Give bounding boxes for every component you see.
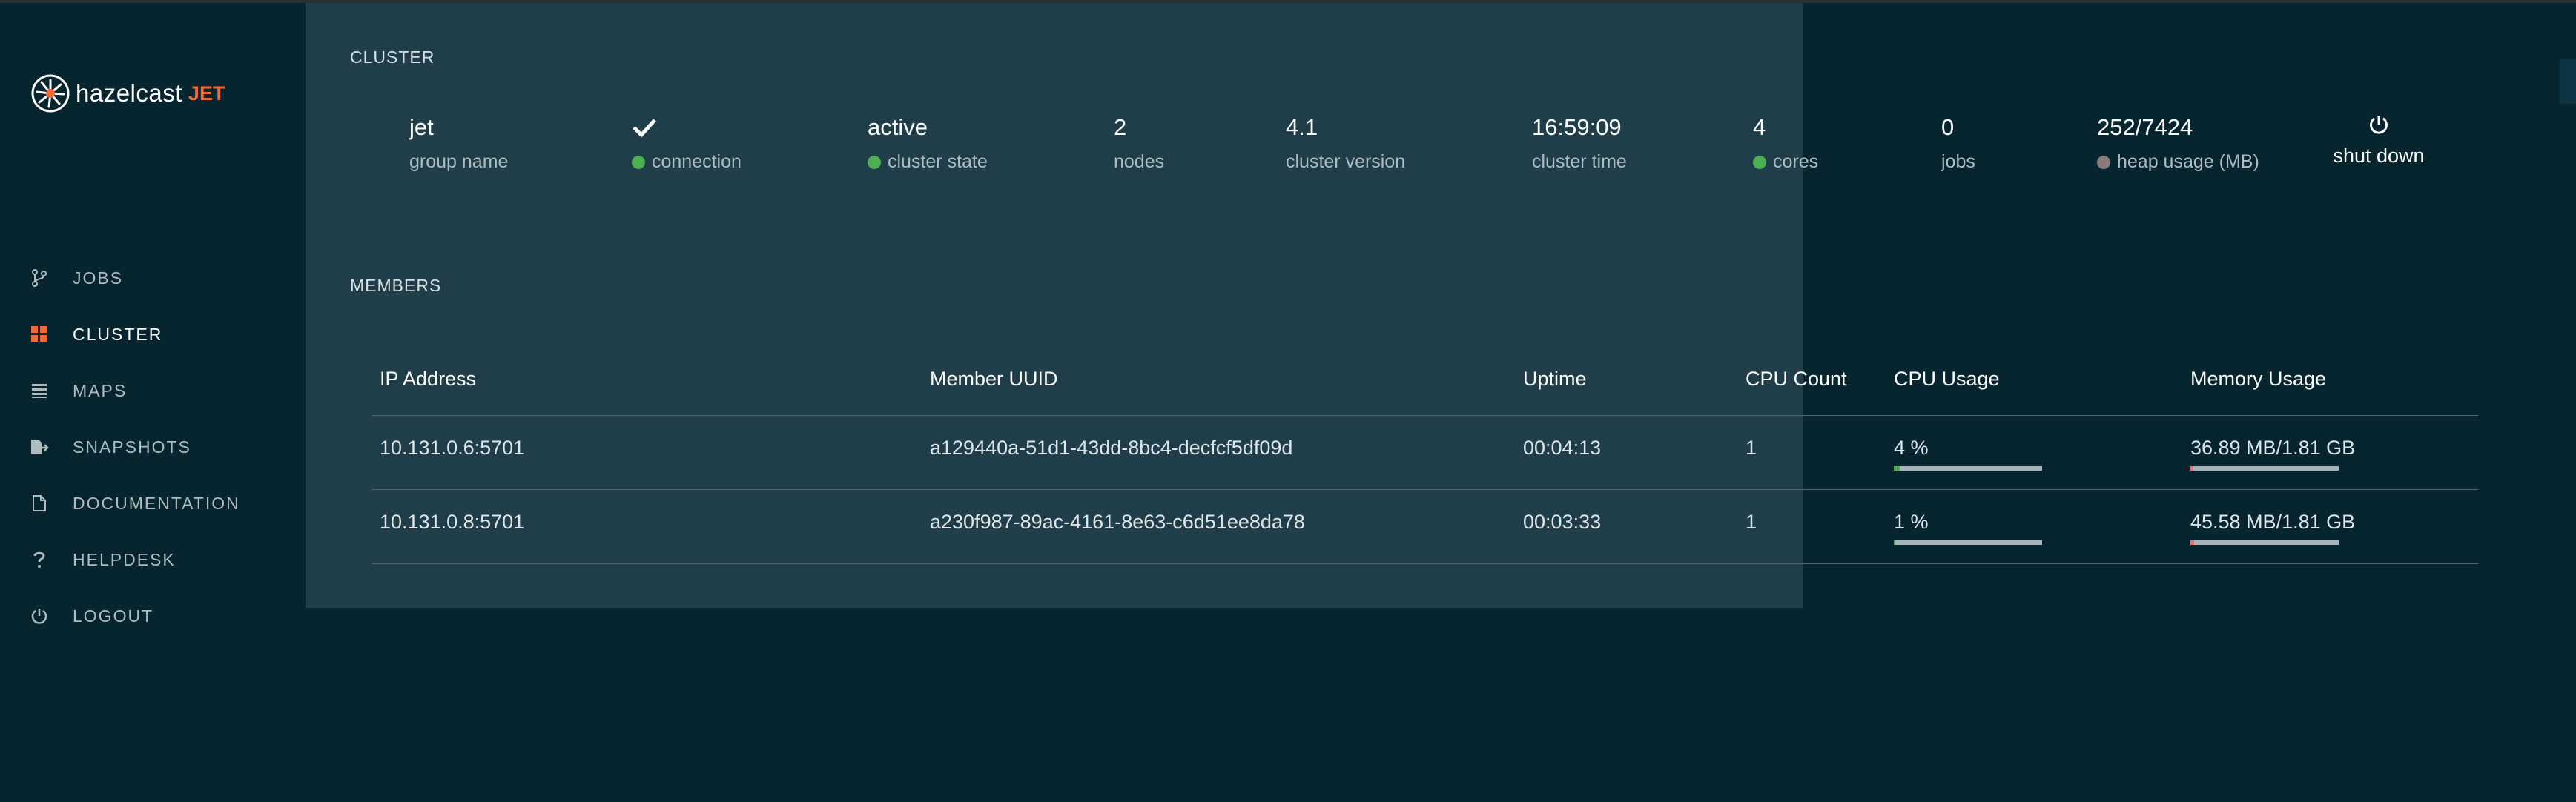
cell-cpu-usage: 1 % bbox=[1894, 511, 2042, 545]
stat-cluster-version: 4.1 cluster version bbox=[1286, 113, 1405, 173]
sidebar-item-logout[interactable]: LOGOUT bbox=[0, 588, 306, 644]
stat-cores: 4 cores bbox=[1753, 113, 1818, 173]
sidebar-item-label: CLUSTER bbox=[73, 324, 163, 344]
stat-cluster-state: active cluster state bbox=[868, 113, 988, 173]
sidebar-item-documentation[interactable]: DOCUMENTATION bbox=[0, 475, 306, 531]
table-row[interactable]: 10.131.0.6:5701 a129440a-51d1-43dd-8bc4-… bbox=[372, 416, 2478, 490]
brand-accent: JET bbox=[188, 82, 225, 105]
cell-uptime: 00:04:13 bbox=[1523, 437, 1602, 459]
sidebar: hazelcast JET JOBS CLUSTER MAPS SNAPSHOT… bbox=[0, 3, 306, 802]
cpu-usage-bar bbox=[1894, 540, 2042, 545]
column-header-member-uuid[interactable]: Member UUID bbox=[930, 368, 1058, 391]
column-header-uptime[interactable]: Uptime bbox=[1523, 368, 1587, 391]
memory-usage-bar-fill bbox=[2190, 466, 2193, 471]
stat-jobs: 0 jobs bbox=[1941, 113, 1975, 173]
cpu-usage-text: 4 % bbox=[1894, 437, 1929, 459]
sidebar-item-label: JOBS bbox=[73, 268, 124, 288]
cell-ip-address: 10.131.0.8:5701 bbox=[380, 511, 525, 533]
cell-member-uuid: a230f987-89ac-4161-8e63-c6d51ee8da78 bbox=[930, 511, 1305, 533]
sidebar-item-label: MAPS bbox=[73, 380, 128, 400]
members-section-title: MEMBERS bbox=[350, 276, 442, 295]
stat-heap-usage: 252/7424 heap usage (MB) bbox=[2097, 113, 2259, 173]
branch-icon bbox=[30, 268, 49, 288]
cell-cpu-count: 1 bbox=[1746, 511, 1757, 533]
connection-status-dot bbox=[632, 155, 645, 169]
jobs-label: jobs bbox=[1941, 151, 1975, 172]
group-name-value: jet bbox=[409, 114, 434, 140]
members-table: IP Address Member UUID Uptime CPU Count … bbox=[372, 356, 2478, 564]
power-icon bbox=[30, 606, 49, 626]
connection-label: connection bbox=[652, 151, 742, 172]
cluster-state-status-dot bbox=[868, 155, 881, 169]
sidebar-nav: JOBS CLUSTER MAPS SNAPSHOTS DOCUMENTATIO… bbox=[0, 250, 306, 644]
memory-usage-text: 36.89 MB/1.81 GB bbox=[2190, 437, 2356, 459]
heap-usage-label: heap usage (MB) bbox=[2117, 151, 2259, 172]
cluster-state-value: active bbox=[868, 114, 928, 140]
table-header-row: IP Address Member UUID Uptime CPU Count … bbox=[372, 356, 2478, 416]
cluster-version-label: cluster version bbox=[1286, 151, 1406, 172]
cell-memory-usage: 36.89 MB/1.81 GB bbox=[2190, 437, 2356, 471]
cores-label: cores bbox=[1773, 151, 1819, 172]
cluster-section-title: CLUSTER bbox=[350, 47, 435, 67]
cluster-version-value: 4.1 bbox=[1286, 114, 1318, 140]
memory-usage-bar bbox=[2190, 540, 2339, 545]
brand-name: hazelcast bbox=[76, 79, 182, 107]
memory-usage-text: 45.58 MB/1.81 GB bbox=[2190, 511, 2356, 533]
cpu-usage-bar bbox=[1894, 466, 2042, 471]
heap-usage-status-dot bbox=[2097, 155, 2110, 169]
window-edge-scroll-indicator bbox=[2560, 59, 2576, 104]
sidebar-item-snapshots[interactable]: SNAPSHOTS bbox=[0, 419, 306, 475]
question-icon bbox=[30, 550, 49, 569]
cpu-usage-text: 1 % bbox=[1894, 511, 1929, 533]
table-row[interactable]: 10.131.0.8:5701 a230f987-89ac-4161-8e63-… bbox=[372, 490, 2478, 564]
sidebar-item-label: DOCUMENTATION bbox=[73, 493, 240, 513]
hazelcast-jet-logo[interactable]: hazelcast JET bbox=[31, 74, 225, 113]
sidebar-item-label: HELPDESK bbox=[73, 549, 176, 569]
sidebar-item-maps[interactable]: MAPS bbox=[0, 362, 306, 419]
column-header-memory-usage[interactable]: Memory Usage bbox=[2190, 368, 2326, 391]
cluster-time-label: cluster time bbox=[1532, 151, 1627, 172]
shutdown-button[interactable]: shut down bbox=[2322, 114, 2435, 168]
cell-cpu-count: 1 bbox=[1746, 437, 1757, 459]
cpu-usage-bar-fill bbox=[1894, 540, 1895, 545]
grid-icon bbox=[30, 325, 49, 344]
memory-usage-bar bbox=[2190, 466, 2339, 471]
column-header-cpu-usage[interactable]: CPU Usage bbox=[1894, 368, 2000, 391]
cell-member-uuid: a129440a-51d1-43dd-8bc4-decfcf5df09d bbox=[930, 437, 1293, 459]
list-icon bbox=[30, 381, 49, 400]
cell-ip-address: 10.131.0.6:5701 bbox=[380, 437, 525, 459]
stat-cluster-time: 16:59:09 cluster time bbox=[1532, 113, 1627, 173]
group-name-label: group name bbox=[409, 151, 509, 172]
snapshot-export-icon bbox=[30, 437, 49, 457]
sidebar-item-cluster[interactable]: CLUSTER bbox=[0, 306, 306, 362]
cluster-state-label: cluster state bbox=[888, 151, 988, 172]
hazelcast-logo-icon bbox=[31, 74, 70, 113]
column-header-ip-address[interactable]: IP Address bbox=[380, 368, 476, 391]
cores-value: 4 bbox=[1753, 114, 1766, 140]
cell-uptime: 00:03:33 bbox=[1523, 511, 1602, 533]
cores-status-dot bbox=[1753, 155, 1766, 169]
shutdown-label: shut down bbox=[2333, 145, 2425, 167]
nodes-label: nodes bbox=[1114, 151, 1165, 172]
stat-nodes: 2 nodes bbox=[1114, 113, 1164, 173]
cell-cpu-usage: 4 % bbox=[1894, 437, 2042, 471]
checkmark-icon bbox=[632, 113, 742, 142]
nodes-value: 2 bbox=[1114, 114, 1127, 140]
cpu-usage-bar-fill bbox=[1894, 466, 1900, 471]
memory-usage-bar-fill bbox=[2190, 540, 2194, 545]
sidebar-item-helpdesk[interactable]: HELPDESK bbox=[0, 531, 306, 588]
sidebar-item-label: LOGOUT bbox=[73, 606, 154, 626]
jobs-value: 0 bbox=[1941, 114, 1955, 140]
sidebar-item-label: SNAPSHOTS bbox=[73, 437, 191, 457]
stat-connection: connection bbox=[632, 113, 742, 173]
power-icon bbox=[2370, 116, 2388, 134]
stat-group-name: jet group name bbox=[409, 113, 508, 173]
column-header-cpu-count[interactable]: CPU Count bbox=[1746, 368, 1847, 391]
cell-memory-usage: 45.58 MB/1.81 GB bbox=[2190, 511, 2356, 545]
cluster-time-value: 16:59:09 bbox=[1532, 114, 1622, 140]
heap-usage-value: 252/7424 bbox=[2097, 114, 2193, 140]
document-icon bbox=[30, 494, 49, 513]
sidebar-item-jobs[interactable]: JOBS bbox=[0, 250, 306, 306]
